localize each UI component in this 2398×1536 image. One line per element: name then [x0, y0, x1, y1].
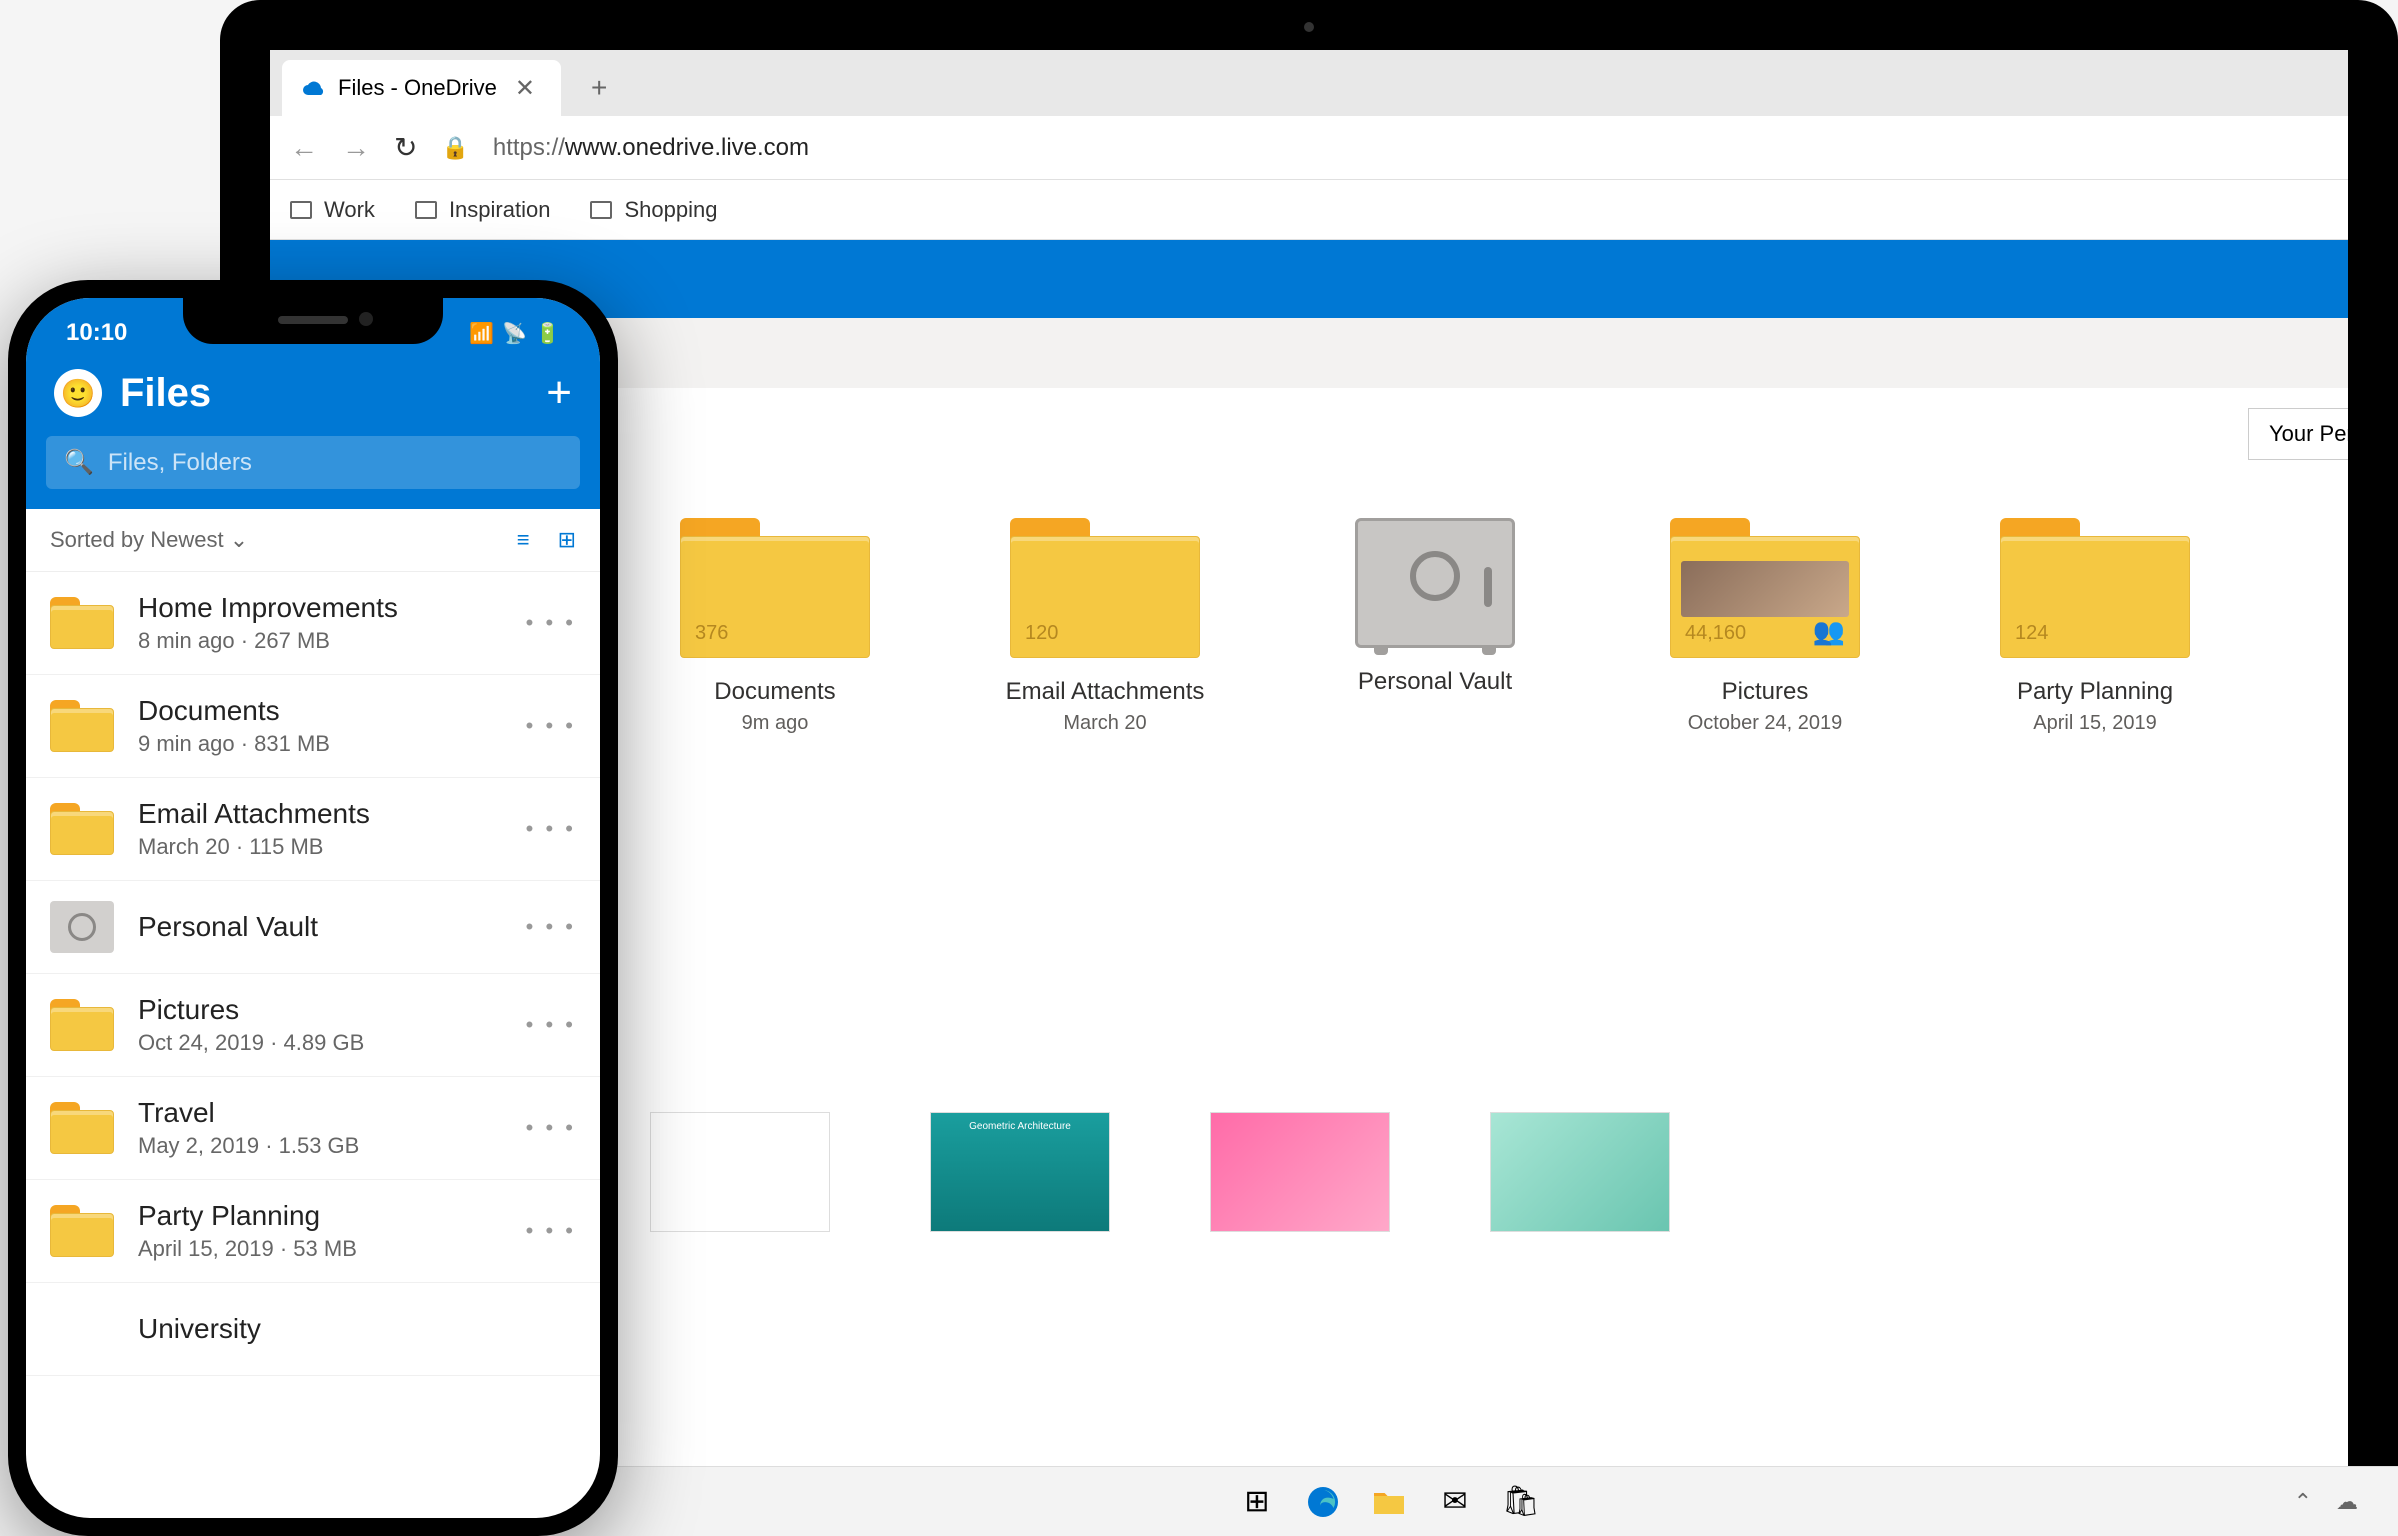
phone-search-wrap: 🔍 Files, Folders	[26, 436, 600, 509]
forward-button[interactable]: →	[342, 132, 370, 164]
more-button[interactable]: • • •	[526, 713, 576, 739]
phone-file-list: Home Improvements8 min ago · 267 MB• • •…	[26, 572, 600, 1376]
phone-title: Files	[120, 371, 528, 416]
taskbar-tray: ⌃ ☁	[2294, 1489, 2358, 1515]
folder-party-planning[interactable]: 124 Party Planning April 15, 2019	[1970, 518, 2220, 735]
lock-icon: 🔒	[441, 135, 468, 161]
taskbar-app-explorer[interactable]	[1368, 1481, 1410, 1523]
phone-notch	[183, 298, 443, 344]
more-button[interactable]: • • •	[526, 1218, 576, 1244]
chevron-down-icon: ⌄	[230, 527, 248, 552]
folder-personal-vault[interactable]: Personal Vault	[1310, 518, 1560, 735]
browser-tab-bar: Files - OneDrive ✕ +	[270, 50, 2348, 116]
doc-thumb-mint[interactable]	[1490, 1112, 1670, 1232]
windows-taskbar: ⊞ ✉ 🛍 ⌃ ☁	[380, 1466, 2398, 1536]
folder-thumbnail	[1681, 561, 1849, 617]
tray-chevron-icon[interactable]: ⌃	[2294, 1489, 2312, 1515]
list-item[interactable]: University	[26, 1283, 600, 1376]
doc-thumb-geometric[interactable]: Geometric Architecture	[930, 1112, 1110, 1232]
new-tab-button[interactable]: +	[561, 60, 637, 116]
more-button[interactable]: • • •	[526, 816, 576, 842]
folder-pictures[interactable]: 44,160👥 Pictures October 24, 2019	[1640, 518, 1890, 735]
search-input[interactable]: 🔍 Files, Folders	[46, 436, 580, 489]
folder-icon	[590, 201, 612, 219]
add-button[interactable]: +	[546, 368, 572, 418]
refresh-button[interactable]: ↻	[394, 131, 417, 164]
more-button[interactable]: • • •	[526, 1115, 576, 1141]
folder-icon	[290, 201, 312, 219]
url-text[interactable]: https://www.onedrive.live.com	[493, 134, 809, 162]
grid-view-icon[interactable]: ⊞	[558, 527, 576, 553]
status-time: 10:10	[66, 319, 127, 347]
wifi-icon: 📡	[502, 321, 527, 346]
vault-icon	[1355, 518, 1515, 648]
bookmark-inspiration[interactable]: Inspiration	[415, 197, 551, 223]
list-item[interactable]: Party PlanningApril 15, 2019 · 53 MB• • …	[26, 1180, 600, 1283]
laptop-camera	[1304, 22, 1314, 32]
list-item[interactable]: Personal Vault• • •	[26, 881, 600, 974]
list-item[interactable]: TravelMay 2, 2019 · 1.53 GB• • •	[26, 1077, 600, 1180]
onedrive-favicon	[302, 76, 326, 100]
list-item[interactable]: Documents9 min ago · 831 MB• • •	[26, 675, 600, 778]
browser-address-bar: ← → ↻ 🔒 https://www.onedrive.live.com	[270, 116, 2348, 180]
taskbar-app-edge[interactable]	[1302, 1481, 1344, 1523]
bookmarks-bar: Work Inspiration Shopping	[270, 180, 2348, 240]
phone-frame: 10:10 📶 📡 🔋 🙂 Files + 🔍 Files, Folders S…	[8, 280, 618, 1536]
taskbar-app-store[interactable]: 🛍	[1500, 1481, 1542, 1523]
list-item[interactable]: Home Improvements8 min ago · 267 MB• • •	[26, 572, 600, 675]
more-button[interactable]: • • •	[526, 610, 576, 636]
tab-close-button[interactable]: ✕	[509, 74, 541, 103]
phone-header: 🙂 Files +	[26, 358, 600, 436]
more-button[interactable]: • • •	[526, 1012, 576, 1038]
vault-icon	[50, 901, 114, 953]
bookmark-shopping[interactable]: Shopping	[590, 197, 717, 223]
taskbar-app-mail[interactable]: ✉	[1434, 1481, 1476, 1523]
search-icon: 🔍	[64, 448, 94, 477]
signal-icon: 📶	[469, 321, 494, 346]
bookmark-work[interactable]: Work	[290, 197, 375, 223]
avatar[interactable]: 🙂	[54, 369, 102, 417]
folder-email-attachments[interactable]: 120 Email Attachments March 20	[980, 518, 1230, 735]
list-item[interactable]: Email AttachmentsMarch 20 · 115 MB• • •	[26, 778, 600, 881]
browser-tab-active[interactable]: Files - OneDrive ✕	[282, 60, 561, 116]
folder-icon	[415, 201, 437, 219]
tray-onedrive-icon[interactable]: ☁	[2336, 1489, 2358, 1515]
sort-bar: Sorted by Newest ⌄ ≡ ⊞	[26, 509, 600, 572]
personal-vault-banner[interactable]: Your Perso	[2248, 408, 2348, 460]
taskbar-app-taskview[interactable]: ⊞	[1236, 1481, 1278, 1523]
doc-thumb-pink[interactable]	[1210, 1112, 1390, 1232]
shared-icon: 👥	[1813, 616, 1845, 647]
list-item[interactable]: PicturesOct 24, 2019 · 4.89 GB• • •	[26, 974, 600, 1077]
more-button[interactable]: • • •	[526, 914, 576, 940]
folder-documents[interactable]: 376 Documents 9m ago	[650, 518, 900, 735]
sort-order-icon[interactable]: ≡	[517, 527, 530, 553]
sort-button[interactable]: Sorted by Newest ⌄	[50, 527, 248, 553]
back-button[interactable]: ←	[290, 132, 318, 164]
tab-title: Files - OneDrive	[338, 75, 497, 101]
doc-thumb-word[interactable]	[650, 1112, 830, 1232]
battery-icon: 🔋	[535, 321, 560, 346]
